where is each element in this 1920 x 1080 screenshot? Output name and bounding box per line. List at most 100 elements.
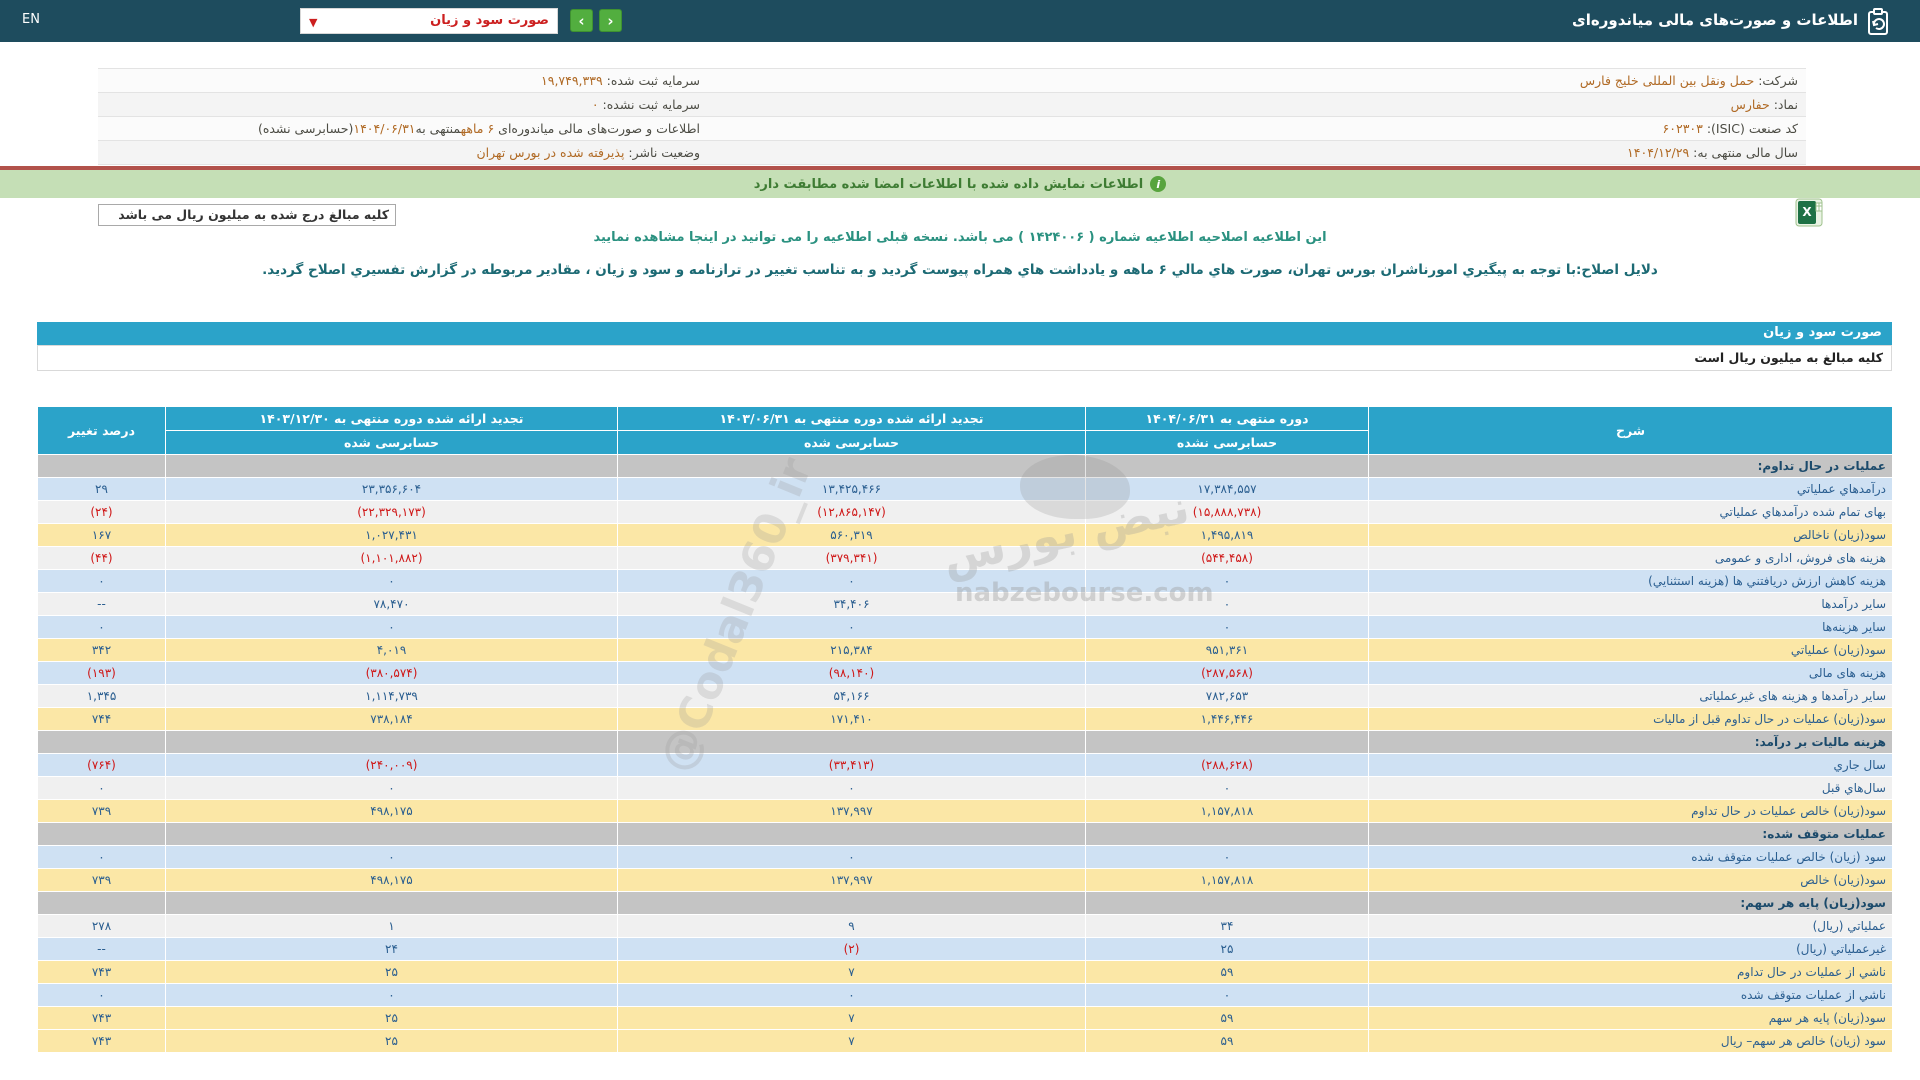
cell-value: ۴۹۸,۱۷۵	[165, 869, 617, 892]
cell-value: ۱۶۷	[37, 524, 165, 547]
cell-value: ۱۷۱,۴۱۰	[617, 708, 1085, 731]
cell-value: ۷۳۸,۱۸۴	[165, 708, 617, 731]
cell-value: --	[37, 593, 165, 616]
table-row: سال جاري (۲۸۸,۶۲۸) (۳۳,۴۱۳) (۲۴۰,۰۰۹) (۷۶۴)	[37, 754, 1892, 777]
language-toggle-en[interactable]: EN	[22, 12, 40, 27]
row-label: سال‌هاي قبل	[1368, 777, 1892, 800]
cell-value: ۰	[1085, 777, 1368, 800]
section-cell	[165, 455, 617, 478]
section-row: عملیات متوقف شده:	[37, 823, 1892, 846]
section-cell	[1085, 731, 1368, 754]
cell-value: (۱۲,۸۶۵,۱۴۷)	[617, 501, 1085, 524]
cell-value: ۲۵	[165, 1030, 617, 1053]
table-row: سود(زیان) عملیات در حال تداوم قبل از مال…	[37, 708, 1892, 731]
cell-value: ۱۳,۴۲۵,۴۶۶	[617, 478, 1085, 501]
amendment-reason: دلایل اصلاح:با توجه به پیگیري امورناشران…	[262, 262, 1658, 278]
isic-label: کد صنعت (ISIC):	[1706, 121, 1798, 136]
info-icon: i	[1150, 176, 1167, 192]
cell-value: ۰	[37, 777, 165, 800]
subheader-unaudited: حسابرسی نشده	[1085, 431, 1368, 455]
row-label: سود(زیان) خالص	[1368, 869, 1892, 892]
section-cell	[617, 892, 1085, 915]
section-row: سود(زیان) پایه هر سهم:	[37, 892, 1892, 915]
table-row: هزینه های مالی (۲۸۷,۵۶۸) (۹۸,۱۴۰) (۳۸۰,۵۷۴)…	[37, 662, 1892, 685]
signature-match-banner: i اطلاعات نمایش داده شده با اطلاعات امضا…	[0, 170, 1920, 198]
next-statement-button[interactable]: ›	[570, 9, 593, 32]
prev-statement-button[interactable]: ‹	[599, 9, 622, 32]
units-row: کلیه مبالغ به میلیون ریال است	[37, 345, 1892, 371]
cell-value: ۴۹۸,۱۷۵	[165, 800, 617, 823]
cell-value: ۲۷۸	[37, 915, 165, 938]
row-label: سود(زیان) خالص عملیات در حال تداوم	[1368, 800, 1892, 823]
cell-value: ۷۴۴	[37, 708, 165, 731]
table-row: سود(زیان) ناخالص ۱,۴۹۵,۸۱۹ ۵۶۰,۳۱۹ ۱,۰۲۷,۴۳…	[37, 524, 1892, 547]
income-statement-table: شرح دوره منتهی به ۱۴۰۴/۰۶/۳۱ تجدید ارائه…	[37, 407, 1892, 1053]
row-label: سود (زیان) خالص هر سهم– ریال	[1368, 1030, 1892, 1053]
row-label: سایر هزینه‌ها	[1368, 616, 1892, 639]
registered-capital-value: ۱۹,۷۴۹,۳۳۹	[541, 73, 603, 88]
export-excel-icon[interactable]: X	[1794, 197, 1824, 228]
row-label: سود(زیان) پایه هر سهم	[1368, 1007, 1892, 1030]
col-header-description: شرح	[1368, 407, 1892, 455]
cell-value: ۳۴	[1085, 915, 1368, 938]
issuer-status-value: پذیرفته شده در بورس تهران	[476, 145, 625, 160]
row-label: سال جاري	[1368, 754, 1892, 777]
cell-value: (۳۷۹,۳۴۱)	[617, 547, 1085, 570]
cell-value: ۰	[1085, 570, 1368, 593]
isic-value: ۶۰۲۳۰۳	[1662, 121, 1703, 136]
cell-value: (۲۴)	[37, 501, 165, 524]
section-row: هزینه مالیات بر درآمد:	[37, 731, 1892, 754]
cell-value: (۵۴۴,۴۵۸)	[1085, 547, 1368, 570]
cell-value: (۲)	[617, 938, 1085, 961]
col-header-change-pct: درصد تغییر	[37, 407, 165, 455]
cell-value: ۵۹	[1085, 1030, 1368, 1053]
statement-dropdown[interactable]: صورت سود و زیان ▼	[300, 8, 558, 34]
table-row: سود(زیان) عملیاتي ۹۵۱,۳۶۱ ۲۱۵,۳۸۴ ۴,۰۱۹ ۳۴۲	[37, 639, 1892, 662]
unregistered-capital-label: سرمایه ثبت نشده:	[602, 97, 700, 112]
section-cell	[1085, 823, 1368, 846]
row-label: هزینه های مالی	[1368, 662, 1892, 685]
table-row: سود(زیان) خالص عملیات در حال تداوم ۱,۱۵۷,…	[37, 800, 1892, 823]
cell-value: (۲۲,۳۲۹,۱۷۳)	[165, 501, 617, 524]
table-row: سایر درآمدها و هزینه های غیرعملیاتی ۷۸۲,۶…	[37, 685, 1892, 708]
symbol-value: حفارس	[1730, 97, 1770, 112]
section-cell	[165, 731, 617, 754]
company-info-table: شرکت: حمل ونقل بین المللی خلیج فارس سرما…	[98, 68, 1806, 165]
unregistered-capital-value: ۰	[591, 97, 599, 112]
cell-value: ۰	[165, 984, 617, 1007]
cell-value: ۰	[165, 846, 617, 869]
cell-value: ۱,۱۱۴,۷۳۹	[165, 685, 617, 708]
section-cell	[617, 455, 1085, 478]
row-label: درآمدهاي عملیاتي	[1368, 478, 1892, 501]
section-cell	[165, 892, 617, 915]
amendment-notice[interactable]: این اطلاعیه اصلاحیه اطلاعیه شماره ( ۱۴۲۴…	[0, 230, 1920, 245]
codal-interim-statement-page: اطلاعات و صورت‌های مالی میاندوره‌ای صورت…	[0, 0, 1920, 1080]
company-info-row: شرکت: حمل ونقل بین المللی خلیج فارس سرما…	[98, 69, 1806, 93]
cell-value: ۰	[37, 570, 165, 593]
cell-value: ۱۷,۳۸۴,۵۵۷	[1085, 478, 1368, 501]
section-cell	[37, 892, 165, 915]
fiscal-year-label: سال مالی منتهی به:	[1693, 145, 1798, 160]
table-row: هزینه کاهش ارزش دریافتني ها (هزینه استثن…	[37, 570, 1892, 593]
table-row: عملیاتي (ریال) ۳۴ ۹ ۱ ۲۷۸	[37, 915, 1892, 938]
row-label: بهای تمام شده درآمدهاي عملیاتي	[1368, 501, 1892, 524]
cell-value: ۳۴,۴۰۶	[617, 593, 1085, 616]
page-title: اطلاعات و صورت‌های مالی میاندوره‌ای	[1572, 11, 1858, 29]
row-label: سایر درآمدها	[1368, 593, 1892, 616]
row-label: سود(زیان) ناخالص	[1368, 524, 1892, 547]
cell-value: ۷۸۲,۶۵۳	[1085, 685, 1368, 708]
cell-value: ۱,۳۴۵	[37, 685, 165, 708]
cell-value: ۲۴	[165, 938, 617, 961]
cell-value: ۷۴۳	[37, 961, 165, 984]
table-row: ناشي از عملیات در حال تداوم ۵۹ ۷ ۲۵ ۷۴۳	[37, 961, 1892, 984]
table-row: درآمدهاي عملیاتي ۱۷,۳۸۴,۵۵۷ ۱۳,۴۲۵,۴۶۶ ۲۳,۳…	[37, 478, 1892, 501]
issuer-status-label: وضعیت ناشر:	[628, 145, 700, 160]
cell-value: ۷	[617, 1030, 1085, 1053]
section-cell	[37, 823, 165, 846]
cell-value: ۹	[617, 915, 1085, 938]
statement-period-label: اطلاعات و صورت‌های مالی میاندوره‌ای	[494, 121, 700, 136]
row-label: غیرعملیاتي (ریال)	[1368, 938, 1892, 961]
row-label: عملیاتي (ریال)	[1368, 915, 1892, 938]
row-label: سود(زیان) عملیاتي	[1368, 639, 1892, 662]
cell-value: ۱	[165, 915, 617, 938]
